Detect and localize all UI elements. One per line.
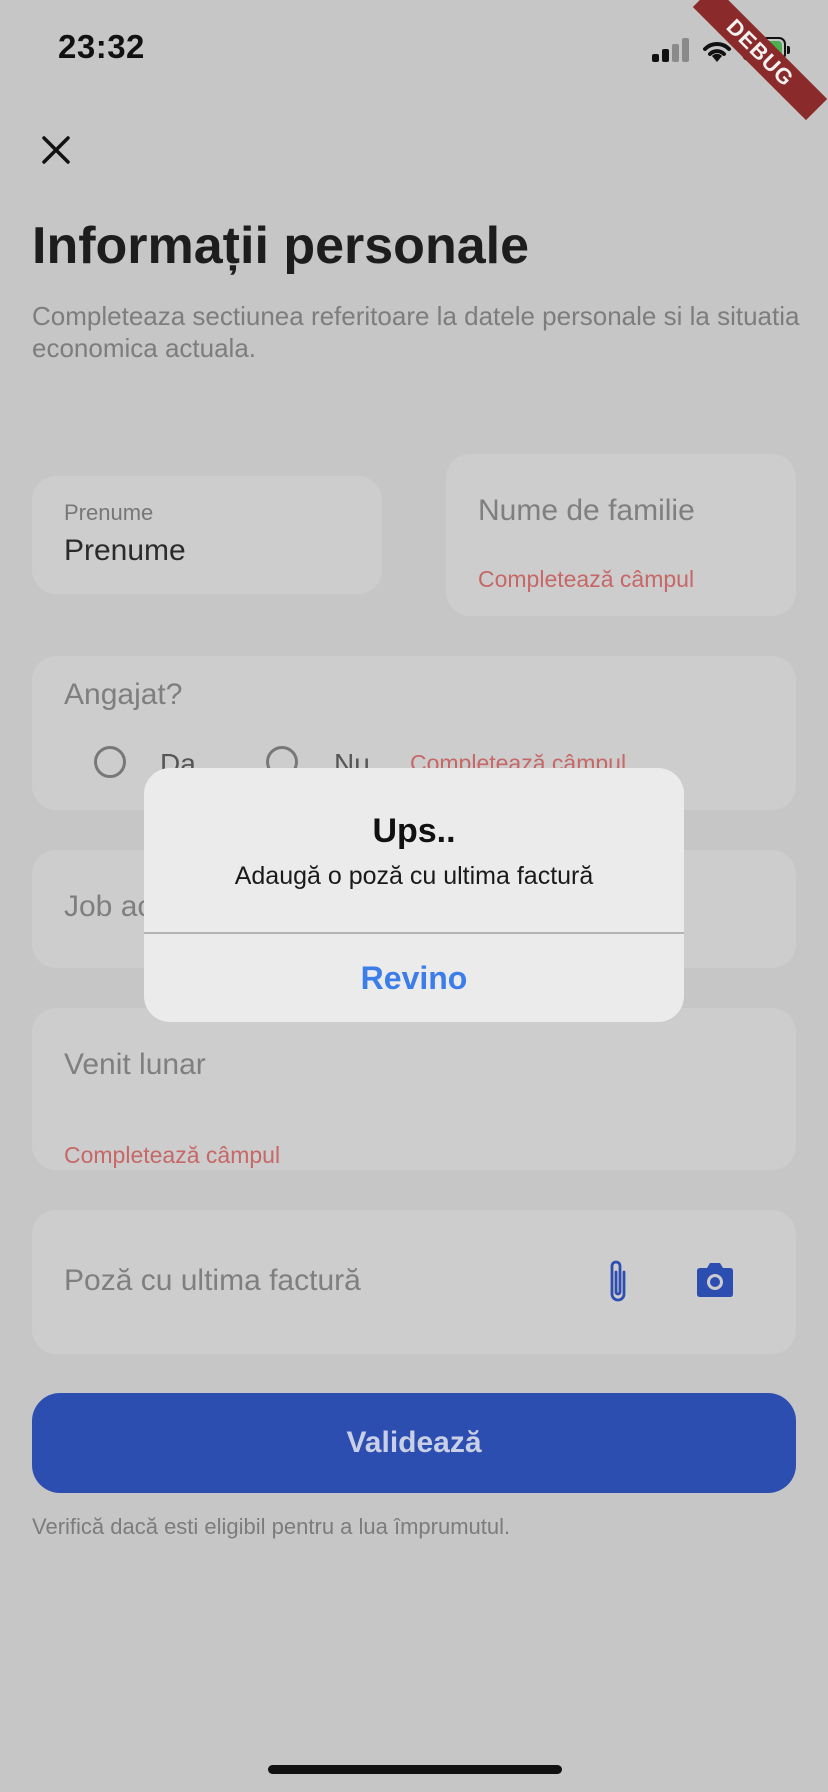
invoice-photo-field: Poză cu ultima factură: [32, 1210, 796, 1354]
alert-dialog: Ups.. Adaugă o poză cu ultima factură Re…: [144, 768, 684, 1022]
employed-yes-radio[interactable]: [94, 746, 126, 778]
invoice-photo-placeholder: Poză cu ultima factură: [64, 1264, 361, 1297]
last-name-field[interactable]: Nume de familie Completează câmpul: [446, 454, 796, 616]
dialog-message: Adaugă o poză cu ultima factură: [234, 862, 594, 890]
employed-label: Angajat?: [64, 678, 183, 711]
last-name-error: Completează câmpul: [478, 566, 695, 592]
last-name-placeholder: Nume de familie: [478, 494, 695, 527]
validate-button[interactable]: Validează: [32, 1393, 796, 1493]
dialog-title: Ups..: [372, 812, 456, 850]
monthly-income-error: Completează câmpul: [64, 1142, 281, 1168]
camera-icon[interactable]: [694, 1262, 736, 1298]
first-name-value: Prenume: [64, 534, 186, 567]
page-title: Informații personale: [32, 217, 529, 275]
home-indicator: [268, 1765, 562, 1774]
cell-signal-icon: [652, 38, 692, 62]
first-name-label: Prenume: [64, 500, 154, 525]
paperclip-icon[interactable]: [606, 1258, 630, 1306]
status-time: 23:32: [58, 28, 145, 65]
first-name-field[interactable]: Prenume Prenume: [32, 476, 382, 594]
monthly-income-field[interactable]: Venit lunar Completează câmpul: [32, 1008, 796, 1170]
close-icon[interactable]: [38, 132, 74, 168]
page-subtitle: Completeaza sectiunea referitoare la dat…: [32, 301, 800, 363]
eligibility-note: Verifică dacă esti eligibil pentru a lua…: [32, 1514, 511, 1539]
dialog-back-button[interactable]: Revino: [144, 934, 684, 1022]
monthly-income-placeholder: Venit lunar: [64, 1048, 206, 1081]
